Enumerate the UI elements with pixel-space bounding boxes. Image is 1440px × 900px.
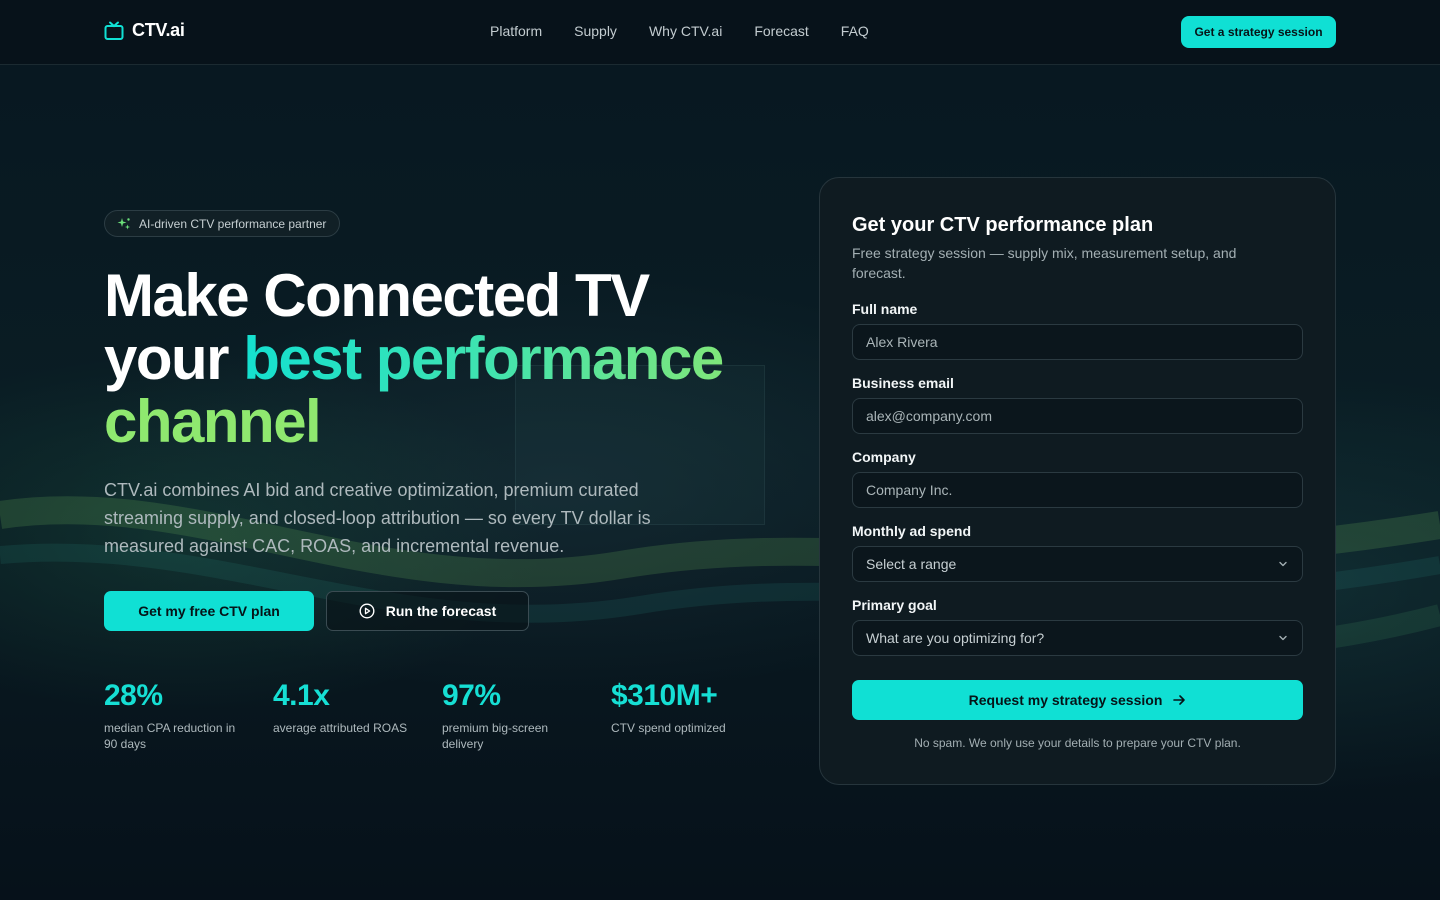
hero-title-line3: channel xyxy=(104,388,322,455)
ad-spend-value: Select a range xyxy=(866,556,957,572)
hero-subtitle: CTV.ai combines AI bid and creative opti… xyxy=(104,480,651,556)
stat-roas: 4.1x average attributed ROAS xyxy=(273,678,442,752)
request-session-label: Request my strategy session xyxy=(968,692,1163,708)
nav-faq[interactable]: FAQ xyxy=(841,23,869,39)
run-forecast-button[interactable]: Run the forecast xyxy=(326,591,529,631)
main-nav: Platform Supply Why CTV.ai Forecast FAQ xyxy=(490,23,869,39)
request-session-button[interactable]: Request my strategy session xyxy=(852,680,1303,720)
ad-spend-label: Monthly ad spend xyxy=(852,523,971,539)
nav-forecast[interactable]: Forecast xyxy=(754,23,808,39)
stat-value: $310M+ xyxy=(611,679,718,712)
stat-label: median CPA reduction in 90 days xyxy=(104,721,236,751)
tv-icon xyxy=(104,21,124,40)
stat-cpa: 28% median CPA reduction in 90 days xyxy=(104,678,273,752)
chevron-down-icon xyxy=(1279,635,1287,641)
hero-title: Make Connected TV your best performance … xyxy=(104,264,804,453)
stat-label: premium big-screen delivery xyxy=(442,721,549,751)
badge-text: AI-driven CTV performance partner xyxy=(139,216,327,231)
play-circle-icon xyxy=(359,603,375,619)
arrow-right-icon xyxy=(1173,695,1186,705)
form-disclaimer: No spam. We only use your details to pre… xyxy=(914,736,1241,750)
full-name-label: Full name xyxy=(852,301,918,317)
stat-value: 28% xyxy=(104,679,163,712)
stat-value: 4.1x xyxy=(273,679,330,712)
stat-value: 97% xyxy=(442,679,501,712)
hero-title-accent: best performance xyxy=(243,325,724,392)
stat-label: CTV spend optimized xyxy=(611,721,726,735)
goal-select[interactable]: What are you optimizing for? xyxy=(852,620,1303,656)
strategy-form-card: Get your CTV performance plan Free strat… xyxy=(819,177,1336,785)
strategy-session-button[interactable]: Get a strategy session xyxy=(1181,16,1336,48)
hero-title-line2: your xyxy=(104,325,244,392)
hero-stats: 28% median CPA reduction in 90 days 4.1x… xyxy=(104,678,780,752)
stat-spend: $310M+ CTV spend optimized xyxy=(611,678,780,752)
logo-text: CTV.ai xyxy=(132,20,185,40)
email-label: Business email xyxy=(852,375,954,391)
goal-value: What are you optimizing for? xyxy=(866,630,1045,646)
nav-platform[interactable]: Platform xyxy=(490,23,542,39)
form-subtitle: Free strategy session — supply mix, meas… xyxy=(852,245,1237,281)
hero-badge: AI-driven CTV performance partner xyxy=(104,210,341,237)
logo[interactable]: CTV.ai xyxy=(104,20,185,41)
top-navigation-bar: CTV.ai Platform Supply Why CTV.ai Foreca… xyxy=(0,0,1440,65)
ad-spend-select[interactable]: Select a range xyxy=(852,546,1303,582)
stat-delivery: 97% premium big-screen delivery xyxy=(442,678,611,752)
email-input[interactable] xyxy=(852,398,1303,434)
goal-label: Primary goal xyxy=(852,597,937,613)
sparkle-icon xyxy=(117,217,130,229)
run-forecast-label: Run the forecast xyxy=(385,603,497,619)
form-title: Get your CTV performance plan xyxy=(852,214,1154,236)
stat-label: average attributed ROAS xyxy=(273,721,408,735)
full-name-input[interactable] xyxy=(852,324,1303,360)
company-input[interactable] xyxy=(852,472,1303,508)
company-label: Company xyxy=(852,449,916,465)
nav-why-ctv[interactable]: Why CTV.ai xyxy=(649,23,722,39)
chevron-down-icon xyxy=(1279,561,1287,567)
nav-supply[interactable]: Supply xyxy=(574,23,617,39)
get-free-plan-button[interactable]: Get my free CTV plan xyxy=(104,591,314,631)
hero-title-line1: Make Connected TV xyxy=(104,262,650,329)
